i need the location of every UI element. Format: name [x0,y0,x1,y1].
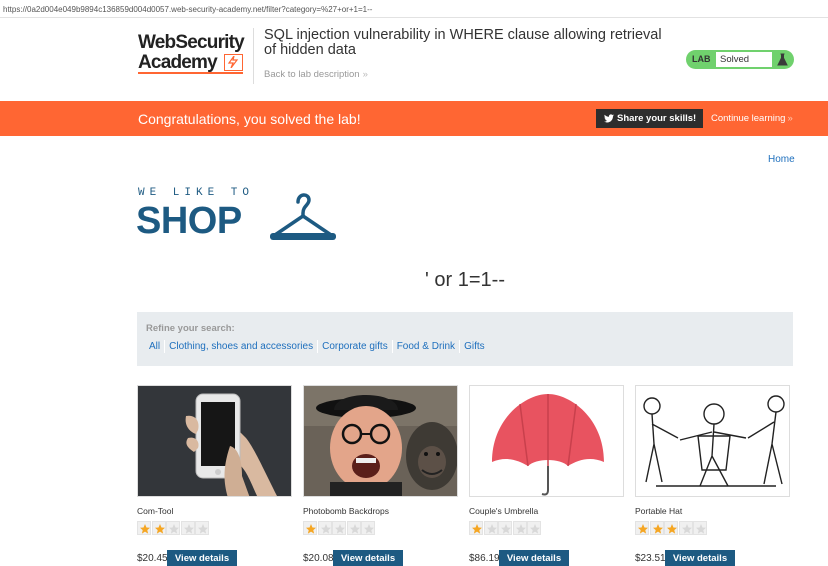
web-security-academy-logo[interactable]: WebSecurity Academy [138,33,256,79]
star-filled-icon [469,521,483,535]
shop-logo: WE LIKE TO SHOP [136,186,346,246]
star-empty-icon [483,521,498,535]
product-name: Couple's Umbrella [469,506,539,516]
back-to-lab-description-link[interactable]: Back to lab description» [264,69,368,80]
share-skills-button[interactable]: Share your skills! [596,109,703,128]
shop-tagline: WE LIKE TO [138,187,255,199]
continue-learning-link[interactable]: Continue learning» [711,113,793,124]
view-details-button[interactable]: View details [665,550,735,566]
lab-title: SQL injection vulnerability in WHERE cla… [264,27,662,58]
product-rating [137,521,209,535]
back-link-label: Back to lab description [264,69,360,80]
star-empty-icon [678,521,693,535]
status-label: Solved [716,52,772,67]
flask-icon [777,53,788,66]
page-heading: ' or 1=1-- [425,269,505,291]
star-empty-icon [332,521,346,535]
lab-status-badge: LAB Solved [686,50,794,69]
hanger-icon [270,193,336,240]
continue-learning-label: Continue learning [711,113,786,124]
product-price: $20.08 [303,553,334,564]
category-gifts[interactable]: Gifts [464,341,485,352]
filter-bar: Refine your search: All Clothing, shoes a… [137,312,793,366]
star-empty-icon [361,521,375,535]
header-divider [253,28,254,84]
category-clothing[interactable]: Clothing, shoes and accessories [169,341,313,352]
product-rating [469,521,541,535]
product-image-phone[interactable] [137,385,292,497]
product-price: $23.51 [635,553,666,564]
chevron-right-icon: » [362,69,368,80]
separator [391,340,393,353]
product-card: Photobomb Backdrops $20.08 View details [303,385,458,566]
view-details-button[interactable]: View details [333,550,403,566]
refine-search-label: Refine your search: [146,323,235,334]
lab-tag: LAB [692,54,711,64]
home-link[interactable]: Home [768,154,795,165]
star-empty-icon [317,521,332,535]
star-empty-icon [498,521,512,535]
chevron-right-icon: » [787,113,793,124]
twitter-icon [604,114,614,123]
star-filled-icon [635,521,649,535]
star-filled-icon [303,521,317,535]
star-filled-icon [664,521,678,535]
logo-line1: WebSecurity [138,32,245,53]
product-name: Portable Hat [635,506,683,516]
star-filled-icon [649,521,664,535]
category-food-drink[interactable]: Food & Drink [397,341,455,352]
congratulations-message: Congratulations, you solved the lab! [138,111,361,127]
address-bar[interactable]: https://0a2d004e049b9894c136859d004d0057… [0,0,828,18]
product-price: $86.19 [469,553,500,564]
separator [459,340,461,353]
product-name: Com-Tool [137,506,174,516]
star-empty-icon [195,521,209,535]
solved-banner: Congratulations, you solved the lab! Sha… [0,101,828,136]
star-empty-icon [166,521,180,535]
category-corporate-gifts[interactable]: Corporate gifts [322,341,388,352]
product-card: Com-Tool $20.45 View details [137,385,292,566]
star-filled-icon [137,521,151,535]
lab-header: WebSecurity Academy SQL injection vulner… [0,18,828,101]
product-image-portable-hat[interactable] [635,385,790,497]
product-card: Couple's Umbrella $86.19 View details [469,385,624,566]
star-empty-icon [693,521,707,535]
product-card: Portable Hat $23.51 View details [635,385,790,566]
star-empty-icon [346,521,361,535]
product-image-photobomb[interactable] [303,385,458,497]
logo-line2: Academy [138,52,218,73]
separator [164,340,166,353]
shop-title: SHOP [136,200,242,242]
separator [317,340,319,353]
product-image-umbrella[interactable] [469,385,624,497]
star-filled-icon [151,521,166,535]
share-skills-label: Share your skills! [617,113,697,124]
url-text: https://0a2d004e049b9894c136859d004d0057… [3,5,373,14]
logo-bolt-icon [224,54,243,71]
star-empty-icon [512,521,527,535]
category-filter-list: All Clothing, shoes and accessories Corpor… [149,340,485,353]
product-name: Photobomb Backdrops [303,506,389,516]
logo-underline [138,72,243,74]
star-empty-icon [527,521,541,535]
product-rating [635,521,707,535]
product-rating [303,521,375,535]
view-details-button[interactable]: View details [499,550,569,566]
view-details-button[interactable]: View details [167,550,237,566]
category-all[interactable]: All [149,341,160,352]
product-price: $20.45 [137,553,168,564]
product-grid: Com-Tool $20.45 View details Photobomb B… [137,385,793,566]
star-empty-icon [180,521,195,535]
